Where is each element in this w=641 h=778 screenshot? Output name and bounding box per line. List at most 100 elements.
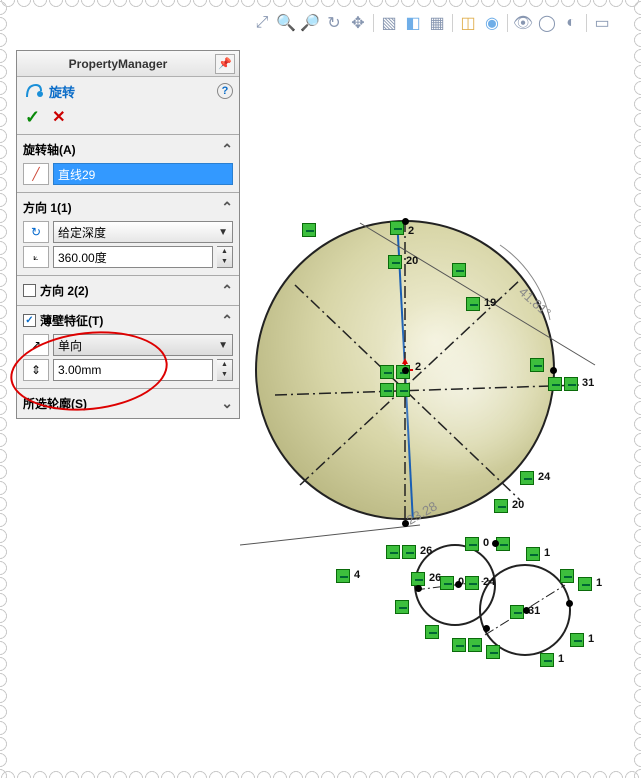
thin-feature-checkbox[interactable]: ✓ <box>23 314 36 327</box>
thin-direction-combo[interactable]: 单向 ▼ <box>53 334 233 356</box>
pin-icon[interactable]: 📌 <box>215 54 235 74</box>
pan-icon[interactable]: ✥ <box>347 12 369 34</box>
sketch-point[interactable] <box>523 607 530 614</box>
axis-title: 旋转轴(A) <box>23 141 76 158</box>
chevron-up-icon: ⌃ <box>221 312 233 329</box>
constraint-tag[interactable] <box>548 377 562 391</box>
constraint-tag[interactable] <box>520 471 534 485</box>
constraint-tag[interactable] <box>396 383 410 397</box>
constraint-tag[interactable] <box>386 545 400 559</box>
sketch-point[interactable] <box>415 585 422 592</box>
constraint-tag[interactable] <box>465 576 479 590</box>
contours-header[interactable]: 所选轮廓(S) ⌄ <box>23 393 233 414</box>
constraint-tag[interactable] <box>564 377 578 391</box>
help-icon[interactable]: ? <box>217 83 233 99</box>
hide-show-icon[interactable]: 👁 <box>512 12 534 34</box>
constraint-tag[interactable] <box>411 572 425 586</box>
constraint-tag[interactable] <box>468 638 482 652</box>
thin-feature-title: 薄壁特征(T) <box>40 312 103 329</box>
constraint-tag[interactable] <box>336 569 350 583</box>
constraint-tag[interactable] <box>452 263 466 277</box>
point-label: 2 <box>408 225 414 237</box>
constraint-tag[interactable] <box>540 653 554 667</box>
angle-spinner[interactable]: ▲▼ <box>217 246 233 268</box>
thin-direction-value: 单向 <box>58 337 82 354</box>
direction2-checkbox[interactable] <box>23 284 36 297</box>
section-icon[interactable]: ▧ <box>378 12 400 34</box>
point-label: 4 <box>354 569 360 581</box>
constraint-tag[interactable] <box>380 383 394 397</box>
sketch-point[interactable] <box>492 540 499 547</box>
axis-header[interactable]: 旋转轴(A) ⌃ <box>23 139 233 160</box>
thin-direction-icon[interactable]: ↗ <box>23 334 49 356</box>
axis-selection[interactable]: 直线29 <box>53 163 233 185</box>
display-style-icon[interactable]: ◧ <box>402 12 424 34</box>
viewport[interactable]: 41.81° 23.28 2 20 19 31 2 24 20 26 4 0 1 <box>240 45 629 766</box>
thickness-spinner[interactable]: ▲▼ <box>217 359 233 381</box>
constraint-tag[interactable] <box>510 605 524 619</box>
point-label: 1 <box>544 547 550 559</box>
feature-row: 旋转 ? <box>17 77 239 105</box>
dropdown-icon: ▼ <box>218 227 228 238</box>
constraint-tag[interactable] <box>452 638 466 652</box>
point-label: 19 <box>484 297 496 309</box>
thickness-icon: ⇕ <box>23 359 49 381</box>
axis-slot-icon[interactable]: ╱ <box>23 163 49 185</box>
direction2-title: 方向 2(2) <box>40 282 89 299</box>
cancel-button[interactable]: ✕ <box>52 107 65 128</box>
angle-input[interactable]: 360.00度 <box>53 246 213 268</box>
constraint-tag[interactable] <box>486 645 500 659</box>
direction2-header[interactable]: 方向 2(2) ⌃ <box>23 280 233 301</box>
appearance-icon[interactable]: ◯ <box>536 12 558 34</box>
point-label: 24 <box>538 471 550 483</box>
constraint-tag[interactable] <box>560 569 574 583</box>
ok-button[interactable]: ✓ <box>25 107 40 128</box>
scene-icon[interactable]: ◐ <box>560 12 582 34</box>
zoom-icon[interactable]: 🔎 <box>299 12 321 34</box>
end-condition-combo[interactable]: 给定深度 ▼ <box>53 221 233 243</box>
point-label: 0 <box>483 537 489 549</box>
sketch-point[interactable] <box>566 600 573 607</box>
sketch-point[interactable] <box>455 581 462 588</box>
constraint-tag[interactable] <box>465 537 479 551</box>
sketch-point[interactable] <box>402 218 409 225</box>
settings-icon[interactable]: ▭ <box>591 12 613 34</box>
view-cube-icon[interactable]: ◫ <box>457 12 479 34</box>
rotate-view-icon[interactable]: ↻ <box>323 12 345 34</box>
thin-feature-header[interactable]: ✓ 薄壁特征(T) ⌃ <box>23 310 233 331</box>
constraint-tag[interactable] <box>380 365 394 379</box>
thickness-input[interactable]: 3.00mm <box>53 359 213 381</box>
chevron-up-icon: ⌃ <box>221 141 233 158</box>
property-manager-panel: PropertyManager 📌 旋转 ? ✓ ✕ 旋转轴(A) ⌃ ╱ 直线… <box>16 50 240 419</box>
constraint-tag[interactable] <box>494 499 508 513</box>
direction-type-icon[interactable]: ↻ <box>23 221 49 243</box>
contours-title: 所选轮廓(S) <box>23 395 87 412</box>
constraint-tag[interactable] <box>302 223 316 237</box>
zoom-area-icon[interactable]: 🔍 <box>275 12 297 34</box>
point-label: 20 <box>512 499 524 511</box>
constraint-tag[interactable] <box>530 358 544 372</box>
constraint-tag[interactable] <box>570 633 584 647</box>
sketch-point[interactable] <box>402 367 409 374</box>
constraint-tag[interactable] <box>388 255 402 269</box>
chevron-up-icon: ⌃ <box>221 282 233 299</box>
sketch-point[interactable] <box>550 367 557 374</box>
point-label: 1 <box>596 577 602 589</box>
shaded-icon[interactable]: ◉ <box>481 12 503 34</box>
sketch-point[interactable] <box>402 520 409 527</box>
direction1-title: 方向 1(1) <box>23 199 72 216</box>
direction1-header[interactable]: 方向 1(1) ⌃ <box>23 197 233 218</box>
constraint-tag[interactable] <box>466 297 480 311</box>
constraint-tag[interactable] <box>395 600 409 614</box>
constraint-tag[interactable] <box>578 577 592 591</box>
zoom-fit-icon[interactable]: ⤢ <box>251 12 273 34</box>
sketch-point[interactable] <box>483 625 490 632</box>
point-label: 24 <box>483 576 495 588</box>
constraint-tag[interactable] <box>402 545 416 559</box>
axis-section: 旋转轴(A) ⌃ ╱ 直线29 <box>17 135 239 192</box>
constraint-tag[interactable] <box>425 625 439 639</box>
constraint-tag[interactable] <box>526 547 540 561</box>
direction2-section: 方向 2(2) ⌃ <box>17 276 239 305</box>
constraint-tag[interactable] <box>440 576 454 590</box>
hidden-lines-icon[interactable]: ▦ <box>426 12 448 34</box>
